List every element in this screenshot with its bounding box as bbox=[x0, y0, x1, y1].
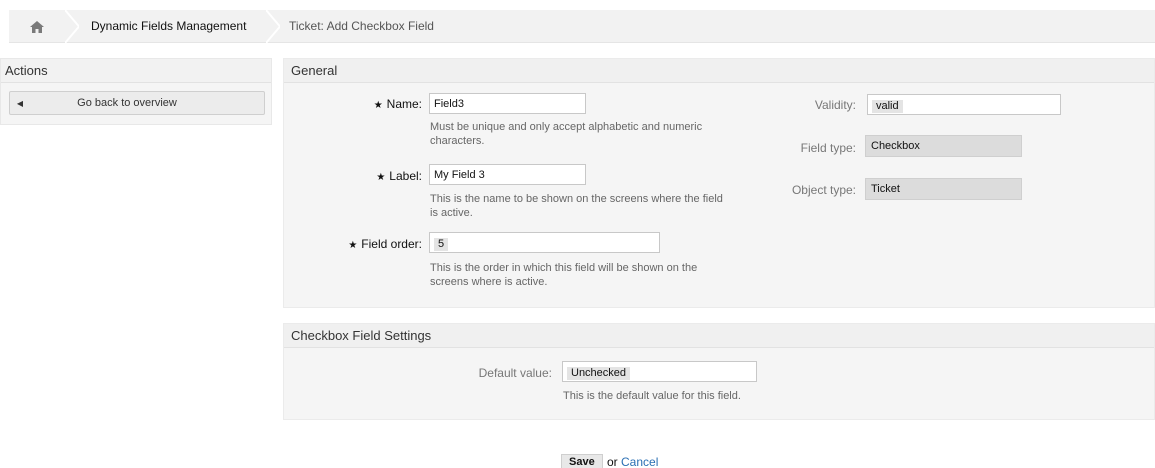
default-value-value: Unchecked bbox=[567, 367, 631, 380]
or-text: or bbox=[607, 455, 618, 468]
general-title: General bbox=[284, 59, 1154, 83]
required-star-icon: ★ bbox=[373, 100, 383, 111]
breadcrumb-item-dynamic-fields[interactable]: Dynamic Fields Management bbox=[91, 10, 246, 43]
object-type-value: Ticket bbox=[865, 178, 1022, 200]
field-type-label: Field type: bbox=[800, 141, 856, 155]
name-label: ★ Name: bbox=[373, 97, 422, 111]
name-hint: Must be unique and only accept alphabeti… bbox=[430, 121, 703, 147]
actions-sidebar: Actions ◀ Go back to overview bbox=[0, 58, 272, 125]
label-label: ★ Label: bbox=[376, 169, 422, 183]
general-panel: General ★Name: Must be unique and only a… bbox=[283, 58, 1155, 308]
form-footer: Save or Cancel bbox=[0, 454, 1155, 468]
go-back-button[interactable]: ◀ Go back to overview bbox=[9, 91, 265, 115]
breadcrumb: Dynamic Fields Management Ticket: Add Ch… bbox=[9, 10, 1155, 43]
home-icon[interactable] bbox=[9, 10, 65, 43]
label-input[interactable] bbox=[429, 164, 586, 185]
required-star-icon: ★ bbox=[348, 240, 358, 251]
caret-left-icon: ◀ bbox=[16, 98, 24, 108]
default-value-label: Default value: bbox=[478, 366, 552, 380]
name-input[interactable] bbox=[429, 93, 586, 114]
save-button[interactable]: Save bbox=[561, 454, 603, 468]
default-value-select[interactable]: Unchecked bbox=[562, 361, 757, 382]
sidebar-title: Actions bbox=[1, 59, 271, 83]
field-type-value: Checkbox bbox=[865, 135, 1022, 157]
field-order-hint: This is the order in which this field wi… bbox=[430, 262, 698, 288]
breadcrumb-item-current: Ticket: Add Checkbox Field bbox=[289, 19, 434, 33]
field-order-label: ★ Field order: bbox=[348, 237, 422, 251]
object-type-label: Object type: bbox=[791, 183, 856, 197]
field-order-select[interactable]: 5 bbox=[429, 232, 660, 253]
cancel-link[interactable]: Cancel bbox=[621, 455, 658, 468]
settings-title: Checkbox Field Settings bbox=[284, 324, 1154, 348]
breadcrumb-separator bbox=[266, 10, 280, 43]
validity-value: valid bbox=[872, 100, 903, 113]
validity-select[interactable]: valid bbox=[867, 94, 1061, 115]
breadcrumb-separator bbox=[65, 10, 79, 43]
default-value-hint: This is the default value for this field… bbox=[563, 390, 741, 402]
go-back-label: Go back to overview bbox=[77, 97, 177, 109]
checkbox-settings-panel: Checkbox Field Settings Default value: U… bbox=[283, 323, 1155, 420]
required-star-icon: ★ bbox=[376, 172, 386, 183]
validity-label: Validity: bbox=[814, 98, 856, 112]
label-hint: This is the name to be shown on the scre… bbox=[430, 193, 723, 219]
field-order-value: 5 bbox=[434, 238, 449, 251]
